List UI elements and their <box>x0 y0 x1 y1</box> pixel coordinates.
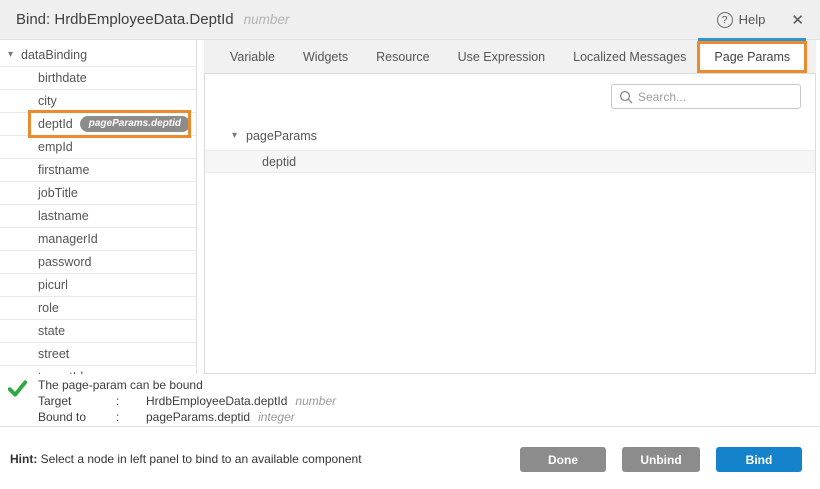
status-row-value: HrdbEmployeeData.deptId number <box>146 393 336 409</box>
tab-label: Variable <box>230 50 275 64</box>
tab-variable[interactable]: Variable <box>216 40 289 73</box>
help-icon: ? <box>717 12 733 28</box>
tree-node-label: dataBinding <box>21 48 87 62</box>
tab-label: Widgets <box>303 50 348 64</box>
tab-label: Resource <box>376 50 430 64</box>
tree-node-pageparams[interactable]: ▾ pageParams <box>205 124 815 147</box>
tree-node-label: role <box>38 301 59 315</box>
tab-resource[interactable]: Resource <box>362 40 444 73</box>
status-text: The page-param can be bound Target : Hrd… <box>38 377 336 425</box>
status-detail-grid: Target : HrdbEmployeeData.deptId number B… <box>38 393 336 425</box>
tree-node-label: empId <box>38 140 73 154</box>
tree-node-birthdate[interactable]: birthdate <box>0 67 196 90</box>
search-input[interactable] <box>612 85 800 108</box>
tree-node-label: pageParams <box>246 129 317 143</box>
tree-node-empid[interactable]: empId <box>0 136 196 159</box>
status-check-wrap <box>0 377 38 425</box>
check-icon <box>8 380 27 397</box>
tree-node-deptid-param[interactable]: deptid <box>205 150 815 173</box>
tab-label: Localized Messages <box>573 50 686 64</box>
caret-down-icon[interactable]: ▾ <box>232 131 237 141</box>
tree-node-label: state <box>38 324 65 338</box>
tree-node-jobtitle[interactable]: jobTitle <box>0 182 196 205</box>
status-value-type: integer <box>258 410 295 424</box>
search-box <box>611 84 801 109</box>
status-value-type: number <box>295 394 336 408</box>
tab-page-params[interactable]: Page Params <box>700 40 804 73</box>
hint-label: Hint: <box>10 452 37 466</box>
search-icon <box>619 90 633 104</box>
tree-node-role[interactable]: role <box>0 297 196 320</box>
tree-node-label: birthdate <box>38 71 87 85</box>
tree-node-lastname[interactable]: lastname <box>0 205 196 228</box>
status-row-value: pageParams.deptid integer <box>146 409 336 425</box>
footer-buttons: Done Unbind Bind <box>520 447 802 472</box>
tree-node-picurl[interactable]: picurl <box>0 274 196 297</box>
unbind-button[interactable]: Unbind <box>622 447 700 472</box>
tree-node-city[interactable]: city <box>0 90 196 113</box>
dialog-title: Bind: HrdbEmployeeData.DeptId <box>16 11 234 28</box>
status-row-separator: : <box>116 409 146 425</box>
hint-text: Hint: Select a node in left panel to bin… <box>10 447 362 466</box>
tree-node-label: managerId <box>38 232 98 246</box>
status-row-label: Target <box>38 393 116 409</box>
done-button[interactable]: Done <box>520 447 606 472</box>
tree-node-databinding[interactable]: ▾ dataBinding <box>0 44 196 67</box>
tab-localized-messages[interactable]: Localized Messages <box>559 40 700 73</box>
tab-widgets[interactable]: Widgets <box>289 40 362 73</box>
status-message: The page-param can be bound <box>38 377 336 393</box>
status-row-separator: : <box>116 393 146 409</box>
tree-node-deptid[interactable]: deptId pageParams.deptid <box>0 113 196 136</box>
dialog-header: Bind: HrdbEmployeeData.DeptId number ? H… <box>0 0 820 40</box>
tree-node-label: deptId <box>38 117 73 131</box>
dialog-title-type: number <box>244 12 290 27</box>
tree-node-label: lastname <box>38 209 89 223</box>
tree-node-label: city <box>38 94 57 108</box>
page-params-panel: ▾ pageParams deptid <box>204 73 816 374</box>
tab-label: Use Expression <box>458 50 546 64</box>
close-icon[interactable]: ✕ <box>791 11 804 29</box>
dialog-footer: Hint: Select a node in left panel to bin… <box>0 427 820 489</box>
tree-node-firstname[interactable]: firstname <box>0 159 196 182</box>
tree-node-label: jobTitle <box>38 186 78 200</box>
tree-node-label: street <box>38 347 69 361</box>
tree-node-label: password <box>38 255 92 269</box>
bind-source-tabs: Variable Widgets Resource Use Expression… <box>204 40 816 73</box>
page-params-tree: ▾ pageParams deptid <box>205 124 815 173</box>
help-label: Help <box>739 12 766 27</box>
hint-body: Select a node in left panel to bind to a… <box>37 452 361 466</box>
status-value-text: HrdbEmployeeData.deptId <box>146 394 287 408</box>
status-row-label: Bound to <box>38 409 116 425</box>
tab-label: Page Params <box>714 50 790 64</box>
bind-status: The page-param can be bound Target : Hrd… <box>0 377 560 425</box>
tree-node-managerid[interactable]: managerId <box>0 228 196 251</box>
tree-node-tenantid[interactable]: tenantId <box>0 366 196 374</box>
bind-button[interactable]: Bind <box>716 447 802 472</box>
status-value-text: pageParams.deptid <box>146 410 250 424</box>
help-button[interactable]: ? Help <box>717 12 766 28</box>
tree-node-password[interactable]: password <box>0 251 196 274</box>
tree-node-street[interactable]: street <box>0 343 196 366</box>
tree-node-label: firstname <box>38 163 89 177</box>
tree-node-state[interactable]: state <box>0 320 196 343</box>
tree-node-label: deptid <box>262 155 296 169</box>
tree-node-label: tenantId <box>38 370 83 374</box>
caret-down-icon[interactable]: ▾ <box>8 50 13 60</box>
tab-use-expression[interactable]: Use Expression <box>444 40 560 73</box>
tree-node-label: picurl <box>38 278 68 292</box>
header-actions: ? Help ✕ <box>717 11 804 29</box>
active-tab-indicator <box>698 38 806 41</box>
bound-param-badge: pageParams.deptid <box>80 116 190 132</box>
data-binding-tree-panel: ▾ dataBinding birthdate city deptId page… <box>0 40 197 374</box>
